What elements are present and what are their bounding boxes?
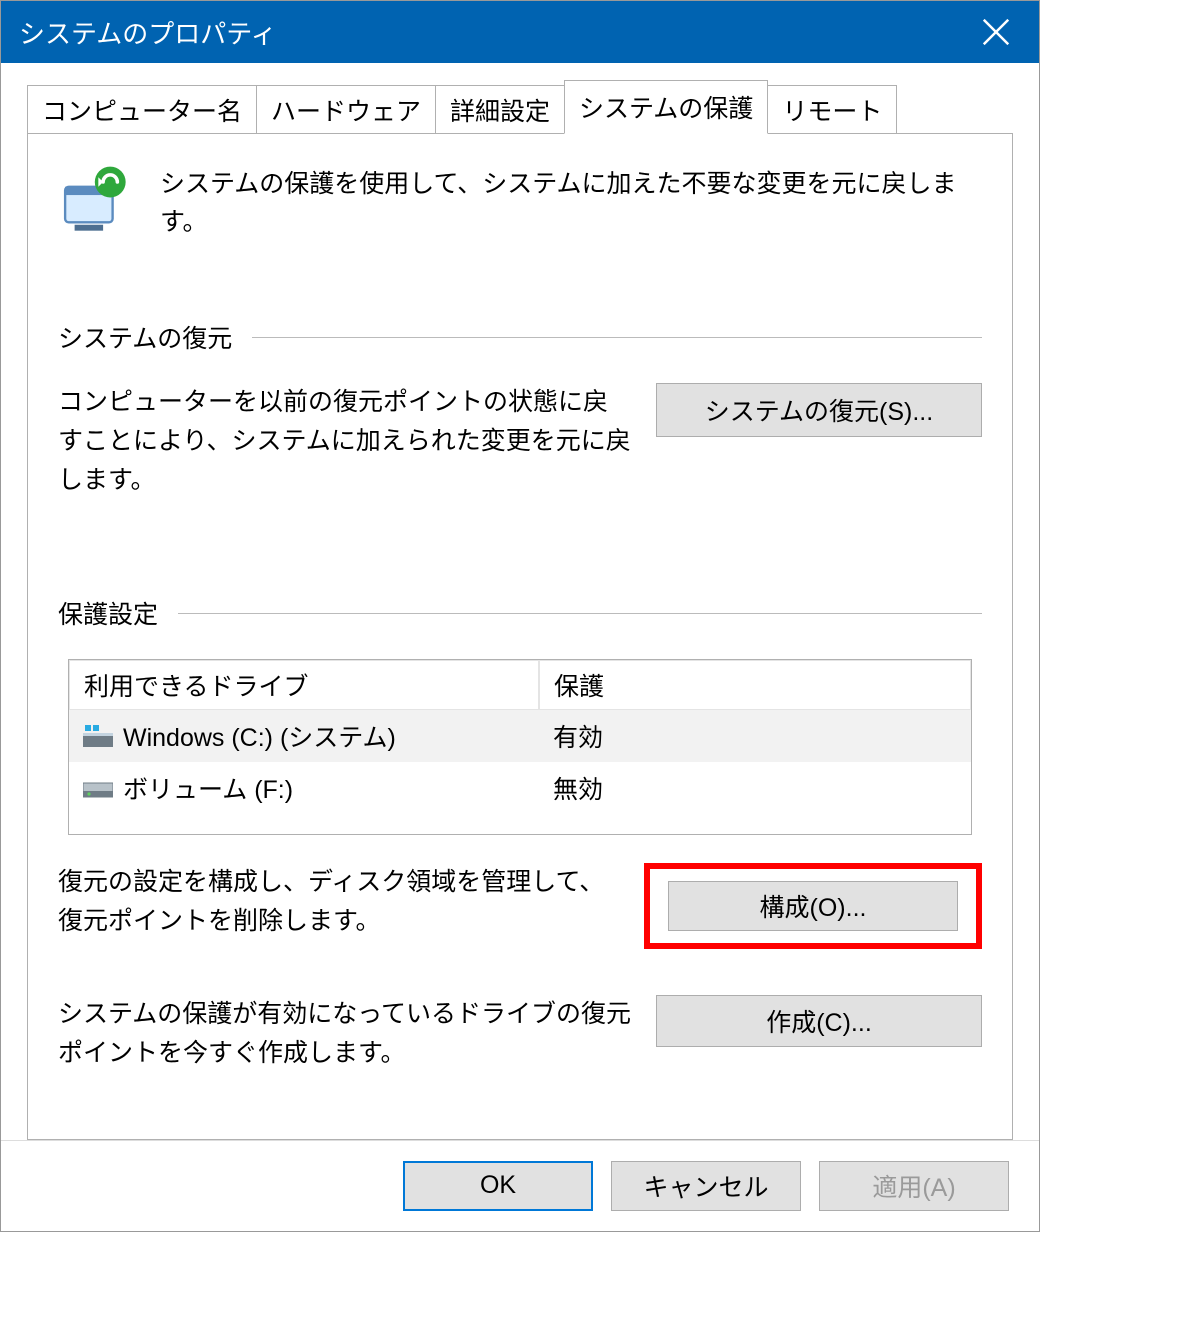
tab-hardware[interactable]: ハードウェア xyxy=(256,85,436,134)
create-description: システムの保護が有効になっているドライブの復元ポイントを今すぐ作成します。 xyxy=(58,995,632,1073)
dialog-footer: OK キャンセル 適用(A) xyxy=(1,1140,1039,1231)
column-status[interactable]: 保護 xyxy=(539,660,971,710)
tab-remote[interactable]: リモート xyxy=(767,85,897,134)
column-drive[interactable]: 利用できるドライブ xyxy=(69,660,539,710)
section-protection-title: 保護設定 xyxy=(58,595,158,631)
system-protection-icon xyxy=(58,162,134,240)
windows-drive-icon xyxy=(83,725,113,747)
tab-panel: システムの保護を使用して、システムに加えた不要な変更を元に戻します。 システムの… xyxy=(27,133,1013,1140)
drive-row-f[interactable]: ボリューム (F:) 無効 xyxy=(69,762,971,814)
tab-advanced[interactable]: 詳細設定 xyxy=(435,85,565,134)
drive-list-header: 利用できるドライブ 保護 xyxy=(69,660,971,710)
restore-description: コンピューターを以前の復元ポイントの状態に戻すことにより、システムに加えられた変… xyxy=(58,383,632,499)
highlight-configure: 構成(O)... xyxy=(644,863,982,949)
drive-list: 利用できるドライブ 保護 Windows (C:) (システム) 有効 xyxy=(68,659,972,835)
close-button[interactable] xyxy=(953,1,1039,63)
drive-status: 有効 xyxy=(539,714,971,758)
cancel-button[interactable]: キャンセル xyxy=(611,1161,801,1211)
section-protection-header: 保護設定 xyxy=(58,595,982,631)
divider xyxy=(178,613,982,614)
drive-row-c[interactable]: Windows (C:) (システム) 有効 xyxy=(69,710,971,762)
window-title: システムのプロパティ xyxy=(19,14,277,51)
apply-button[interactable]: 適用(A) xyxy=(819,1161,1009,1211)
tab-system-protection[interactable]: システムの保護 xyxy=(564,80,768,134)
intro-text: システムの保護を使用して、システムに加えた不要な変更を元に戻します。 xyxy=(160,162,982,241)
ok-button[interactable]: OK xyxy=(403,1161,593,1211)
hdd-drive-icon xyxy=(83,777,113,799)
title-bar: システムのプロパティ xyxy=(1,1,1039,63)
section-restore-header: システムの復元 xyxy=(58,319,982,355)
intro-row: システムの保護を使用して、システムに加えた不要な変更を元に戻します。 xyxy=(58,162,982,241)
divider xyxy=(252,337,982,338)
section-restore-title: システムの復元 xyxy=(58,319,232,355)
tab-computer-name[interactable]: コンピューター名 xyxy=(27,85,257,134)
create-button[interactable]: 作成(C)... xyxy=(656,995,982,1047)
system-properties-window: システムのプロパティ コンピューター名 ハードウェア 詳細設定 システムの保護 … xyxy=(0,0,1040,1232)
close-icon xyxy=(982,18,1010,46)
configure-button[interactable]: 構成(O)... xyxy=(668,881,958,931)
tab-strip: コンピューター名 ハードウェア 詳細設定 システムの保護 リモート xyxy=(27,79,1039,133)
system-restore-button[interactable]: システムの復元(S)... xyxy=(656,383,982,437)
drive-status: 無効 xyxy=(539,766,971,810)
configure-description: 復元の設定を構成し、ディスク領域を管理して、復元ポイントを削除します。 xyxy=(58,863,620,941)
